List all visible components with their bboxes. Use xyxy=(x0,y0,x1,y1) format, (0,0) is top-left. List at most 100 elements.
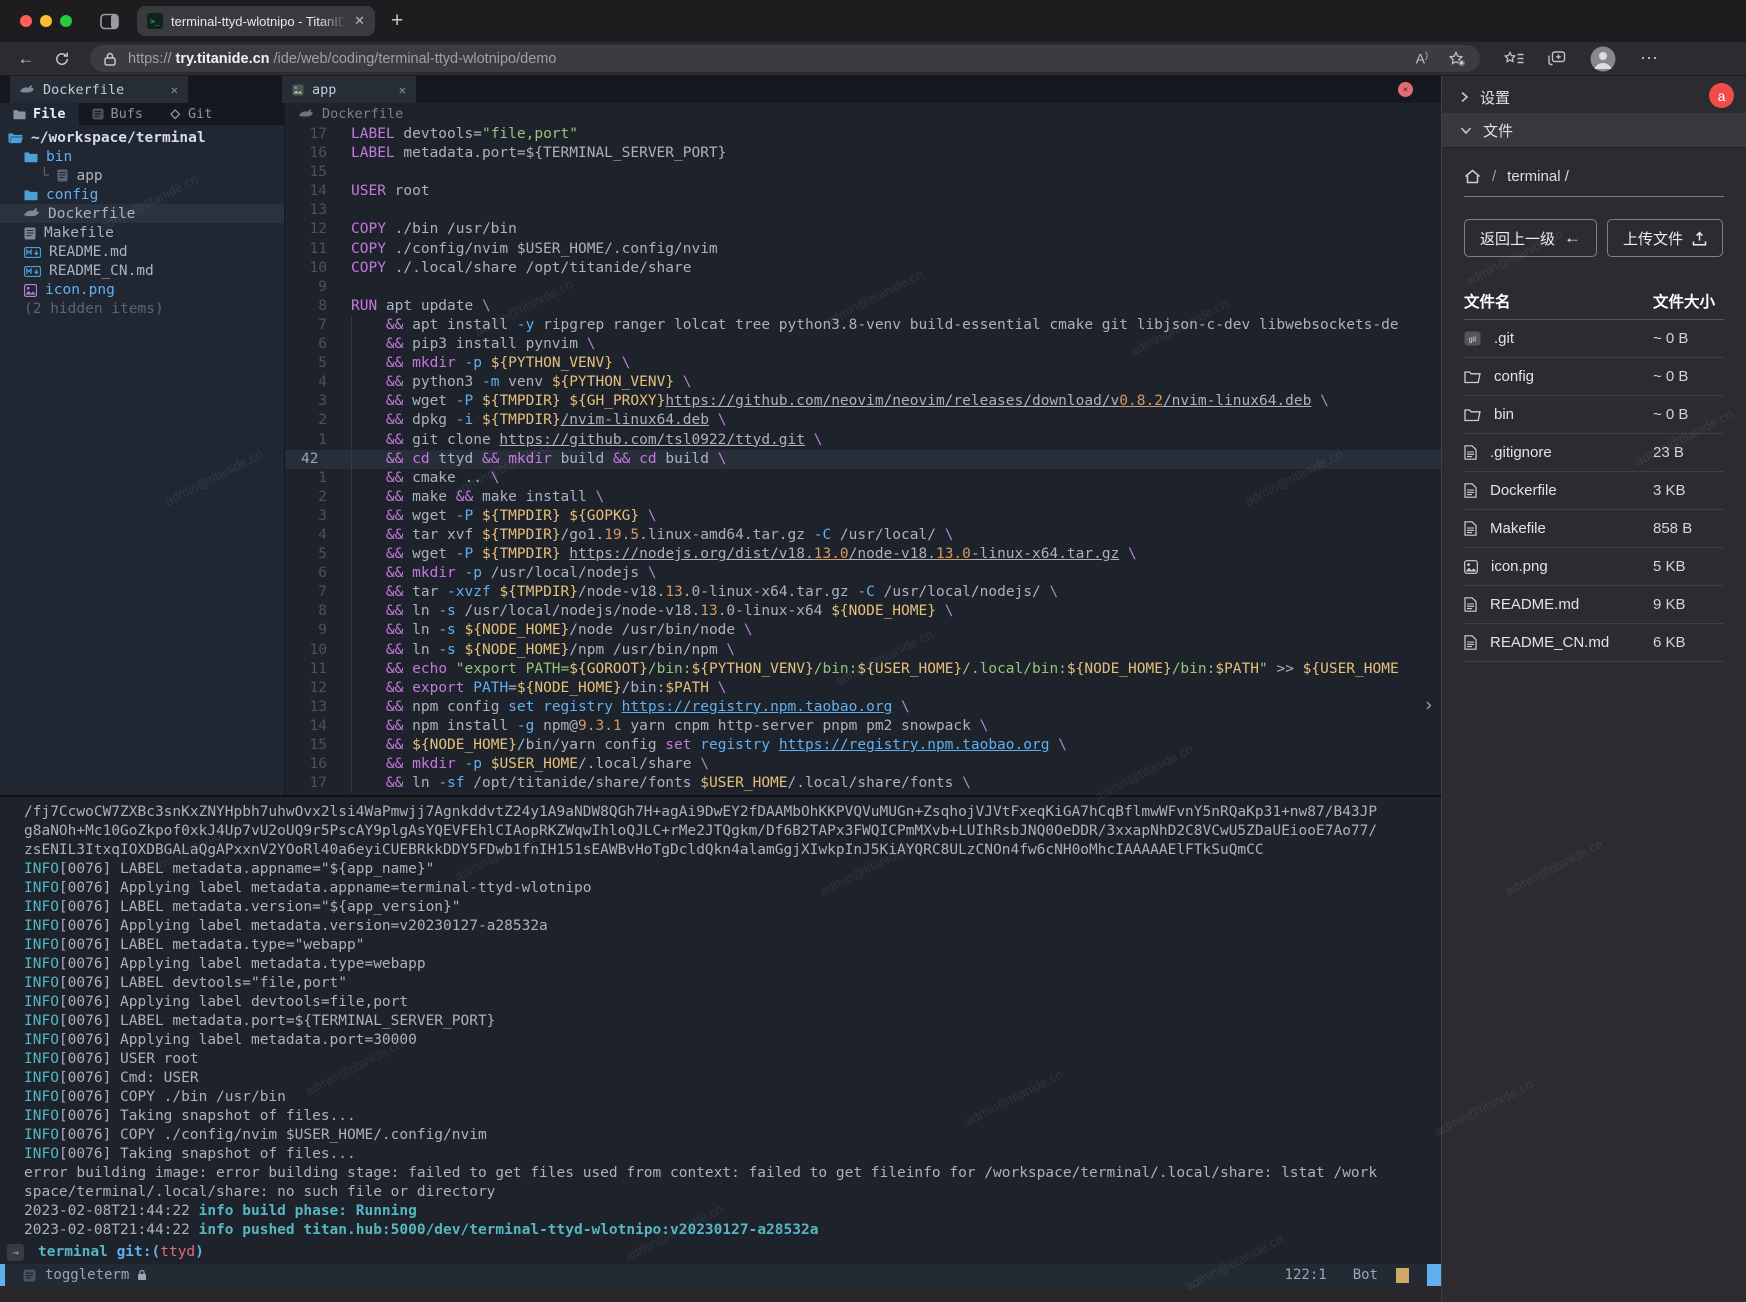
upload-file-button[interactable]: 上传文件 xyxy=(1607,219,1723,257)
browser-tab[interactable]: >_ terminal-ttyd-wlotnipo - TitanIDE ✕ xyxy=(137,6,375,36)
close-window-button[interactable] xyxy=(20,15,32,27)
code-line[interactable]: 11 && echo "export PATH=${GOROOT}/bin:${… xyxy=(285,660,1441,679)
tree-item-readme-md[interactable]: README.md xyxy=(0,243,284,262)
minimize-window-button[interactable] xyxy=(40,15,52,27)
panel-collapse-chevron-icon[interactable]: › xyxy=(1425,694,1433,716)
line-number: 1 xyxy=(285,431,341,450)
code-line[interactable]: 10COPY ./.local/share /opt/titanide/shar… xyxy=(285,259,1441,278)
code-line[interactable]: 17LABEL devtools="file,port" xyxy=(285,125,1441,144)
code-line[interactable]: 14USER root xyxy=(285,182,1441,201)
git-icon: git xyxy=(1464,331,1481,346)
tree-item-makefile[interactable]: Makefile xyxy=(0,223,284,242)
code-line[interactable]: 5 && mkdir -p ${PYTHON_VENV} \ xyxy=(285,354,1441,373)
code-line[interactable]: 9 xyxy=(285,278,1441,297)
code-line-current[interactable]: 42 && cd ttyd && mkdir build && cd build… xyxy=(285,450,1441,469)
file-row-readme-cn-md[interactable]: README_CN.md6 KB xyxy=(1464,624,1724,662)
avatar[interactable] xyxy=(1590,46,1616,72)
code-editor[interactable]: Dockerfile 17LABEL devtools="file,port"1… xyxy=(285,103,1441,795)
terminal-line: zsENIL3ItxqIOXDBGALaQgAPxxnV2YOoRl40a6ey… xyxy=(0,841,1441,860)
code-line[interactable]: 11COPY ./config/nvim $USER_HOME/.config/… xyxy=(285,240,1441,259)
terminal-line: INFO[0076] Applying label metadata.appna… xyxy=(0,879,1441,898)
file-row-makefile[interactable]: Makefile858 B xyxy=(1464,510,1724,548)
code-line[interactable]: 15 && ${NODE_HOME}/bin/yarn config set r… xyxy=(285,736,1441,755)
notification-badge[interactable]: a xyxy=(1709,83,1734,108)
back-button[interactable]: ← xyxy=(8,49,44,69)
tab-close-icon[interactable]: ✕ xyxy=(354,13,365,29)
code-line[interactable]: 12COPY ./bin /usr/bin xyxy=(285,220,1441,239)
browser-menu-icon[interactable]: ⋯ xyxy=(1640,48,1659,69)
tab-dockerfile[interactable]: Dockerfile ✕ xyxy=(10,76,188,103)
tree-item-bin[interactable]: bin xyxy=(0,147,284,166)
tree-item-readme-cn-md[interactable]: README_CN.md xyxy=(0,262,284,281)
browser-sidebar-icon[interactable] xyxy=(100,13,119,30)
code-line[interactable]: 8 && ln -s /usr/local/nodejs/node-v18.13… xyxy=(285,602,1441,621)
sidebar-tab-bufs[interactable]: Bufs xyxy=(79,103,157,125)
code-line[interactable]: 9 && ln -s ${NODE_HOME}/node /usr/bin/no… xyxy=(285,621,1441,640)
line-number: 3 xyxy=(285,507,341,526)
code-line[interactable]: 8RUN apt update \ xyxy=(285,297,1441,316)
tree-item--2-hidden-items-[interactable]: (2 hidden items) xyxy=(0,300,284,319)
file-row--gitignore[interactable]: .gitignore23 B xyxy=(1464,434,1724,472)
tree-item-dockerfile[interactable]: Dockerfile xyxy=(0,204,284,223)
code-line[interactable]: 2 && make && make install \ xyxy=(285,488,1441,507)
line-number: 12 xyxy=(285,220,341,239)
code-line[interactable]: 17 && ln -sf /opt/titanide/share/fonts $… xyxy=(285,774,1441,793)
file-size: 9 KB xyxy=(1653,596,1724,613)
tree-item--workspace-terminal[interactable]: ~/workspace/terminal xyxy=(0,128,284,147)
code-line[interactable]: 3 && wget -P ${TMPDIR} ${GOPKG} \ xyxy=(285,507,1441,526)
chevron-down-icon xyxy=(1460,126,1472,135)
maximize-window-button[interactable] xyxy=(60,15,72,27)
file-row-icon-png[interactable]: icon.png5 KB xyxy=(1464,548,1724,586)
settings-section-header[interactable]: 设置 xyxy=(1442,81,1746,113)
read-aloud-icon[interactable]: A) xyxy=(1416,50,1428,67)
code-line[interactable]: 2 && dpkg -i ${TMPDIR}/nvim-linux64.deb … xyxy=(285,411,1441,430)
code-line[interactable]: 3 && wget -P ${TMPDIR} ${GH_PROXY}https:… xyxy=(285,392,1441,411)
terminal-line: INFO[0076] LABEL metadata.type="webapp" xyxy=(0,936,1441,955)
code-line[interactable]: 1 && git clone https://github.com/tsl092… xyxy=(285,431,1441,450)
file-row-readme-md[interactable]: README.md9 KB xyxy=(1464,586,1724,624)
go-up-button[interactable]: 返回上一级 ← xyxy=(1464,219,1597,257)
code-line[interactable]: 5 && wget -P ${TMPDIR} https://nodejs.or… xyxy=(285,545,1441,564)
terminal-favicon-icon: >_ xyxy=(147,13,163,29)
reload-button[interactable] xyxy=(44,49,80,69)
new-tab-button[interactable]: + xyxy=(391,9,403,33)
code-line[interactable]: 6 && mkdir -p /usr/local/nodejs \ xyxy=(285,564,1441,583)
tab-close-icon[interactable]: ✕ xyxy=(171,83,178,97)
breadcrumb-path[interactable]: terminal / xyxy=(1507,168,1569,185)
file-row--git[interactable]: git.git~ 0 B xyxy=(1464,320,1724,358)
tab-app[interactable]: app ✕ xyxy=(282,76,416,103)
close-all-icon[interactable]: ✕ xyxy=(1398,82,1413,97)
address-bar[interactable]: https://try.titanide.cn/ide/web/coding/t… xyxy=(90,45,1480,72)
ide-tabline: Dockerfile ✕ app ✕ ✕ xyxy=(0,76,1441,103)
add-favorite-icon[interactable] xyxy=(1448,51,1466,67)
code-line[interactable]: 6 && pip3 install pynvim \ xyxy=(285,335,1441,354)
line-number: 7 xyxy=(285,583,341,602)
file-row-config[interactable]: config~ 0 B xyxy=(1464,358,1724,396)
code-line[interactable]: 7 && apt install -y ripgrep ranger lolca… xyxy=(285,316,1441,335)
code-line[interactable]: 12 && export PATH=${NODE_HOME}/bin:$PATH… xyxy=(285,679,1441,698)
code-line[interactable]: 7 && tar -xvzf ${TMPDIR}/node-v18.13.0-l… xyxy=(285,583,1441,602)
sidebar-tab-file[interactable]: File xyxy=(0,103,79,125)
code-line[interactable]: 15 xyxy=(285,163,1441,182)
collections-icon[interactable] xyxy=(1548,51,1566,67)
tree-item-config[interactable]: config xyxy=(0,185,284,204)
code-line[interactable]: 16 && mkdir -p $USER_HOME/.local/share \ xyxy=(285,755,1441,774)
tree-item-app[interactable]: └ app xyxy=(0,166,284,185)
code-line[interactable]: 14 && npm install -g npm@9.3.1 yarn cnpm… xyxy=(285,717,1441,736)
code-line[interactable]: 13 xyxy=(285,201,1441,220)
file-row-dockerfile[interactable]: Dockerfile3 KB xyxy=(1464,472,1724,510)
home-icon[interactable] xyxy=(1464,169,1481,184)
code-line[interactable]: 1 && cmake .. \ xyxy=(285,469,1441,488)
tab-close-icon[interactable]: ✕ xyxy=(399,83,406,97)
code-line[interactable]: 4 && tar xvf ${TMPDIR}/go1.19.5.linux-am… xyxy=(285,526,1441,545)
code-line[interactable]: 4 && python3 -m venv ${PYTHON_VENV} \ xyxy=(285,373,1441,392)
terminal-panel[interactable]: /fj7CcwoCW7ZXBc3snKxZNYHpbh7uhwOvx2lsi4W… xyxy=(0,797,1441,1302)
files-section-header[interactable]: 文件 xyxy=(1442,113,1746,148)
code-line[interactable]: 13 && npm config set registry https://re… xyxy=(285,698,1441,717)
sidebar-tab-git[interactable]: Git xyxy=(156,103,225,125)
code-line[interactable]: 10 && ln -s ${NODE_HOME}/npm /usr/bin/np… xyxy=(285,641,1441,660)
favorites-icon[interactable] xyxy=(1504,51,1524,66)
code-line[interactable]: 16LABEL metadata.port=${TERMINAL_SERVER_… xyxy=(285,144,1441,163)
tree-item-icon-png[interactable]: icon.png xyxy=(0,281,284,300)
file-row-bin[interactable]: bin~ 0 B xyxy=(1464,396,1724,434)
